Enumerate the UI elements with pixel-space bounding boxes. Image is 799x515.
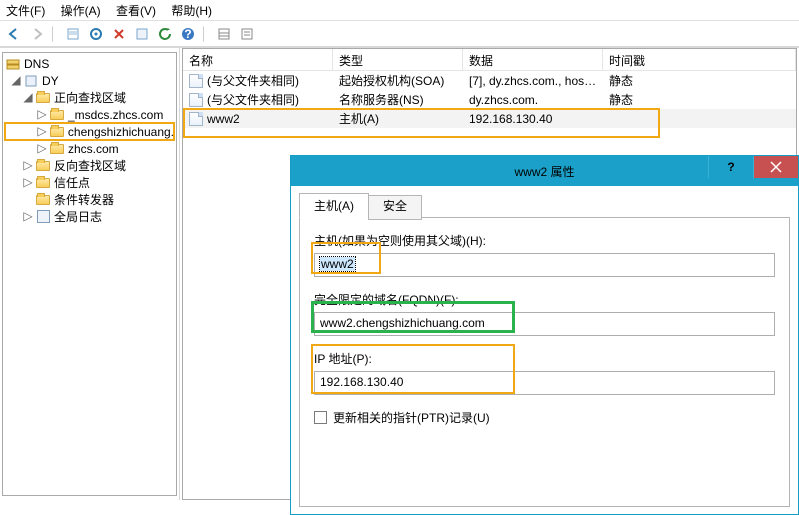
close-button[interactable] xyxy=(753,156,798,178)
log-icon xyxy=(35,209,51,225)
col-data[interactable]: 数据 xyxy=(463,49,603,70)
refresh-button[interactable] xyxy=(155,24,175,44)
help-button[interactable]: ? xyxy=(178,24,198,44)
dialog-titlebar[interactable]: www2 属性 ? xyxy=(291,156,798,186)
toolbar-sep2 xyxy=(203,26,209,42)
table-row[interactable]: (与父文件夹相同) 起始授权机构(SOA) [7], dy.zhcs.com.,… xyxy=(183,71,796,90)
tree-fwd-zone[interactable]: ◢正向查找区域 xyxy=(5,89,174,106)
toggle-icon[interactable]: ▷ xyxy=(35,141,49,156)
grid-header: 名称 类型 数据 时间戳 xyxy=(183,49,796,71)
toggle-icon[interactable]: ▷ xyxy=(21,175,35,190)
folder-icon xyxy=(35,90,51,106)
toggle-icon[interactable]: ▷ xyxy=(21,158,35,173)
record-icon xyxy=(189,74,203,88)
back-button[interactable] xyxy=(4,24,24,44)
server-icon xyxy=(23,73,39,89)
folder-icon xyxy=(35,158,51,174)
tree-trust[interactable]: ▷信任点 xyxy=(5,174,174,191)
toggle-icon[interactable]: ◢ xyxy=(9,73,23,88)
tree-rev-zone[interactable]: ▷反向查找区域 xyxy=(5,157,174,174)
toggle-icon[interactable]: ▷ xyxy=(35,107,49,122)
tree-zhcs[interactable]: ▷zhcs.com xyxy=(5,140,174,157)
help-button[interactable]: ? xyxy=(708,156,753,178)
col-type[interactable]: 类型 xyxy=(333,49,463,70)
record-icon xyxy=(189,93,203,107)
tree-csz[interactable]: ▷chengshizhichuang. xyxy=(5,123,174,140)
toggle-icon[interactable]: ◢ xyxy=(21,90,35,105)
col-ts[interactable]: 时间戳 xyxy=(603,49,796,70)
filter-button[interactable] xyxy=(86,24,106,44)
folder-icon xyxy=(49,107,65,123)
tree-msdcs[interactable]: ▷_msdcs.zhcs.com xyxy=(5,106,174,123)
tree-cond[interactable]: 条件转发器 xyxy=(5,191,174,208)
folder-icon xyxy=(35,175,51,191)
menu-file[interactable]: 文件(F) xyxy=(6,4,45,18)
new-button[interactable] xyxy=(63,24,83,44)
folder-icon xyxy=(49,124,65,140)
folder-icon xyxy=(35,192,51,208)
table-row[interactable]: (与父文件夹相同) 名称服务器(NS) dy.zhcs.com. 静态 xyxy=(183,90,796,109)
highlight-marker xyxy=(311,301,515,333)
ptr-label: 更新相关的指针(PTR)记录(U) xyxy=(333,409,490,426)
menu-bar: 文件(F) 操作(A) 查看(V) 帮助(H) xyxy=(0,0,799,20)
list-button[interactable] xyxy=(214,24,234,44)
toggle-icon[interactable]: ▷ xyxy=(21,209,35,224)
detail-button[interactable] xyxy=(237,24,257,44)
col-name[interactable]: 名称 xyxy=(183,49,333,70)
tree-server[interactable]: ◢DY xyxy=(5,72,174,89)
tab-bar: 主机(A) 安全 xyxy=(299,193,790,218)
menu-view[interactable]: 查看(V) xyxy=(116,4,156,18)
svg-text:?: ? xyxy=(184,27,191,41)
folder-icon xyxy=(49,141,65,157)
toolbar-sep xyxy=(52,26,58,42)
delete-button[interactable] xyxy=(109,24,129,44)
checkbox-icon[interactable] xyxy=(314,411,327,424)
menu-help[interactable]: 帮助(H) xyxy=(171,4,212,18)
menu-action[interactable]: 操作(A) xyxy=(61,4,101,18)
props-button[interactable] xyxy=(132,24,152,44)
ptr-checkbox-row[interactable]: 更新相关的指针(PTR)记录(U) xyxy=(314,409,775,426)
tree-glog[interactable]: ▷全局日志 xyxy=(5,208,174,225)
highlight-marker xyxy=(311,242,381,274)
dns-icon xyxy=(5,56,21,72)
host-label: 主机(如果为空则使用其父域)(H): xyxy=(314,232,775,249)
highlight-marker xyxy=(183,108,660,138)
toggle-icon[interactable]: ▷ xyxy=(35,124,49,139)
tree-root-dns[interactable]: DNS xyxy=(5,55,174,72)
properties-dialog: www2 属性 ? 主机(A) 安全 主机(如果为空则使用其父域)(H): ww… xyxy=(290,155,799,515)
toolbar: ? xyxy=(0,21,799,47)
tree-panel: DNS ◢DY ◢正向查找区域 ▷_msdcs.zhcs.com ▷chengs… xyxy=(0,48,180,500)
forward-button xyxy=(27,24,47,44)
host-input[interactable]: www2 xyxy=(314,253,775,277)
highlight-marker xyxy=(311,344,515,394)
tab-security[interactable]: 安全 xyxy=(368,195,422,220)
tab-host[interactable]: 主机(A) xyxy=(299,193,369,218)
